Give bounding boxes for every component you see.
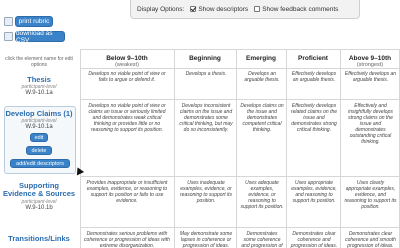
- row-code-thesis: W.9-10.1a: [25, 90, 53, 96]
- rubric-cell: Develops no viable point of view or fail…: [88, 71, 166, 83]
- col-title-below: Below 9–10th: [106, 55, 148, 62]
- rubric-cell: Demonstrates some coherence and progress…: [241, 231, 283, 248]
- rubric-cell: Effectively develops an arguable thesis.: [344, 71, 397, 83]
- col-title-proficient: Proficient: [298, 55, 328, 62]
- col-sub-below: (weakest): [115, 62, 139, 68]
- row-title-develop-claims[interactable]: Develop Claims (1): [2, 109, 76, 118]
- download-icon[interactable]: [4, 32, 13, 41]
- rubric-cell: Uses inadequate examples, evidence, or r…: [180, 180, 232, 204]
- rubric-grid: Below 9–10th (weakest) Beginning Emergin…: [80, 49, 400, 248]
- row-title-thesis[interactable]: Thesis: [2, 75, 76, 84]
- print-icon[interactable]: [4, 17, 13, 26]
- rubric-cell: May demonstrate some lapses in coherence…: [179, 231, 233, 248]
- rubric-cell: Demonstrates serious problems with coher…: [84, 231, 170, 248]
- show-descriptors-option[interactable]: Show descriptors: [190, 6, 248, 13]
- show-descriptors-checkbox[interactable]: [190, 6, 197, 12]
- delete-button[interactable]: delete: [26, 146, 52, 155]
- rubric-cell: Effectively develops related claims on t…: [290, 103, 338, 133]
- rubric-cell: Develops claims on the issue and demonst…: [240, 103, 284, 133]
- display-options-label: Display Options:: [137, 5, 185, 13]
- rubric-cell: Develops no viable point of view or clai…: [88, 103, 166, 133]
- col-header-emerging: Emerging: [238, 55, 284, 62]
- col-header-below: Below 9–10th (weakest): [82, 55, 172, 69]
- rubric-cell: Uses clearly appropriate examples, evide…: [344, 180, 397, 210]
- show-feedback-option[interactable]: Show feedback comments: [254, 6, 338, 13]
- rubric-cell: Develops inconsistent claims on the issu…: [179, 103, 233, 133]
- rubric-cell: Demonstrates clear coherence and progres…: [290, 231, 338, 248]
- row-title-transitions[interactable]: Transitions/Links: [2, 234, 76, 243]
- rubric-cell: Uses adequate examples, evidence, or rea…: [240, 180, 284, 210]
- col-sub-above: (strongest): [356, 62, 384, 68]
- row-title-supporting-evidence[interactable]: Supporting Evidence & Sources: [2, 182, 76, 198]
- col-title-emerging: Emerging: [246, 55, 276, 62]
- rubric-cell: Effectively and insightfully develops st…: [348, 103, 393, 145]
- show-feedback-label: Show feedback comments: [262, 5, 339, 13]
- edit-button[interactable]: edit: [30, 133, 48, 142]
- edit-hint: click the element name for edit options: [5, 56, 73, 68]
- rubric-cell: Demonstrates clear coherence and smooth …: [345, 231, 396, 248]
- show-descriptors-label: Show descriptors: [198, 5, 249, 13]
- rubric-cell: Provides inappropriate or insufficient e…: [86, 180, 168, 204]
- show-feedback-checkbox[interactable]: [254, 6, 261, 12]
- display-options-bar: Display Options: Show descriptors Show f…: [130, 0, 360, 19]
- rubric-cell: Develops a thesis.: [185, 71, 227, 77]
- col-title-beginning: Beginning: [189, 55, 221, 62]
- add-edit-descriptors-button[interactable]: add/edit descriptors: [10, 159, 70, 168]
- row-code-develop-claims: W.9-10.1a: [25, 124, 53, 130]
- print-rubric-button[interactable]: print rubric: [15, 16, 53, 27]
- rubric-cell: Develops an arguable thesis.: [244, 71, 280, 83]
- col-header-above: Above 9–10th (strongest): [342, 55, 398, 69]
- rubric-cell: Uses appropriate examples, evidence, and…: [291, 180, 337, 204]
- rubric-cell: Effectively develops an arguable thesis.: [291, 71, 337, 83]
- row-code-supporting-evidence: W.9-10.1b: [25, 205, 53, 211]
- col-title-above: Above 9–10th: [348, 55, 392, 62]
- download-csv-button[interactable]: download as CSV: [15, 30, 65, 44]
- col-header-beginning: Beginning: [176, 55, 234, 62]
- col-header-proficient: Proficient: [288, 55, 338, 62]
